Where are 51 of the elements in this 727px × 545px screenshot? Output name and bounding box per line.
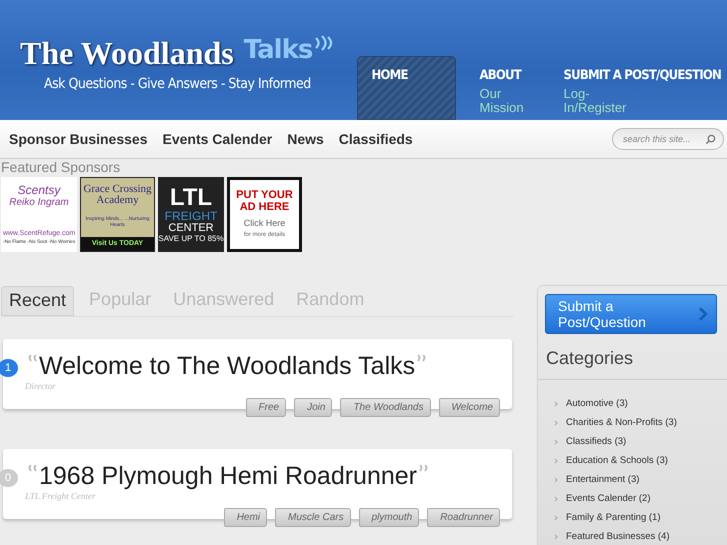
site-title[interactable]: The Woodlands xyxy=(20,34,234,72)
category-link[interactable]: Events Calender (2) xyxy=(566,493,650,504)
nav-link[interactable]: Classifieds xyxy=(338,131,413,147)
search-field[interactable]: search this site... xyxy=(612,128,724,150)
nav-tab[interactable]: SUBMIT A POST/QUESTION Log-In/Register xyxy=(554,56,727,120)
bullet-icon xyxy=(554,514,558,520)
category-link[interactable]: Charities & Non-Profits (3) xyxy=(566,417,677,428)
bullet-icon xyxy=(554,438,558,444)
post-title[interactable]: Welcome to The Woodlands Talks xyxy=(39,351,416,381)
open-quote-icon xyxy=(27,465,37,473)
section-heading: Featured Sponsors xyxy=(1,159,122,175)
tab[interactable]: Recent xyxy=(1,286,74,316)
sponsor-ad[interactable]: LTL FREIGHT CENTER SAVE UP TO 85% xyxy=(158,177,224,252)
category-link[interactable]: Automotive (3) xyxy=(566,398,628,409)
tagline: Ask Questions - Give Answers - Stay Informed xyxy=(44,76,312,92)
nav-link[interactable]: News xyxy=(287,131,324,147)
tag-link[interactable]: Hemi xyxy=(224,508,268,527)
submit-button[interactable]: Submit a Post/Question xyxy=(545,294,717,334)
category-link[interactable]: Featured Businesses (4) xyxy=(566,531,670,542)
tag-link[interactable]: Free xyxy=(246,398,286,417)
category-link[interactable]: Family & Parenting (1) xyxy=(566,512,661,523)
comment-count-bubble[interactable]: 1 xyxy=(0,359,18,377)
tag-link[interactable]: Join xyxy=(294,398,332,417)
bullet-icon xyxy=(554,458,558,464)
close-quote-icon xyxy=(417,355,428,363)
nav-tab[interactable]: ABOUT Our Mission xyxy=(456,56,554,120)
category-link[interactable]: Education & Schools (3) xyxy=(566,455,668,466)
post-author: LTL Freight Center xyxy=(25,491,96,501)
chevron-icon xyxy=(698,306,708,322)
search-icon[interactable] xyxy=(705,134,716,145)
widget-heading: Categories xyxy=(538,334,727,380)
bullet-icon xyxy=(554,420,558,426)
nav-link[interactable]: Sponsor Businesses xyxy=(9,131,148,147)
sound-waves-icon xyxy=(314,34,334,50)
close-quote-icon xyxy=(419,465,429,473)
bullet-icon xyxy=(554,496,558,502)
nav-tab[interactable]: HOME xyxy=(356,56,456,120)
tag-link[interactable]: plymouth xyxy=(358,508,420,527)
bullet-icon xyxy=(554,476,558,482)
nav-link[interactable]: Events Calender xyxy=(162,131,272,147)
tag-link[interactable]: Muscle Cars xyxy=(275,508,351,527)
post-author: Director xyxy=(25,381,57,391)
tag-link[interactable]: Welcome xyxy=(438,398,500,417)
tag-link[interactable]: Roadrunner xyxy=(427,508,500,527)
tag-link[interactable]: The Woodlands xyxy=(340,398,430,417)
open-quote-icon xyxy=(27,355,37,363)
category-link[interactable]: Entertainment (3) xyxy=(566,474,640,485)
category-link[interactable]: Classifieds (3) xyxy=(566,436,626,447)
bullet-icon xyxy=(554,400,558,406)
bullet-icon xyxy=(554,534,558,540)
post-title[interactable]: 1968 Plymough Hemi Roadrunner xyxy=(39,461,417,491)
